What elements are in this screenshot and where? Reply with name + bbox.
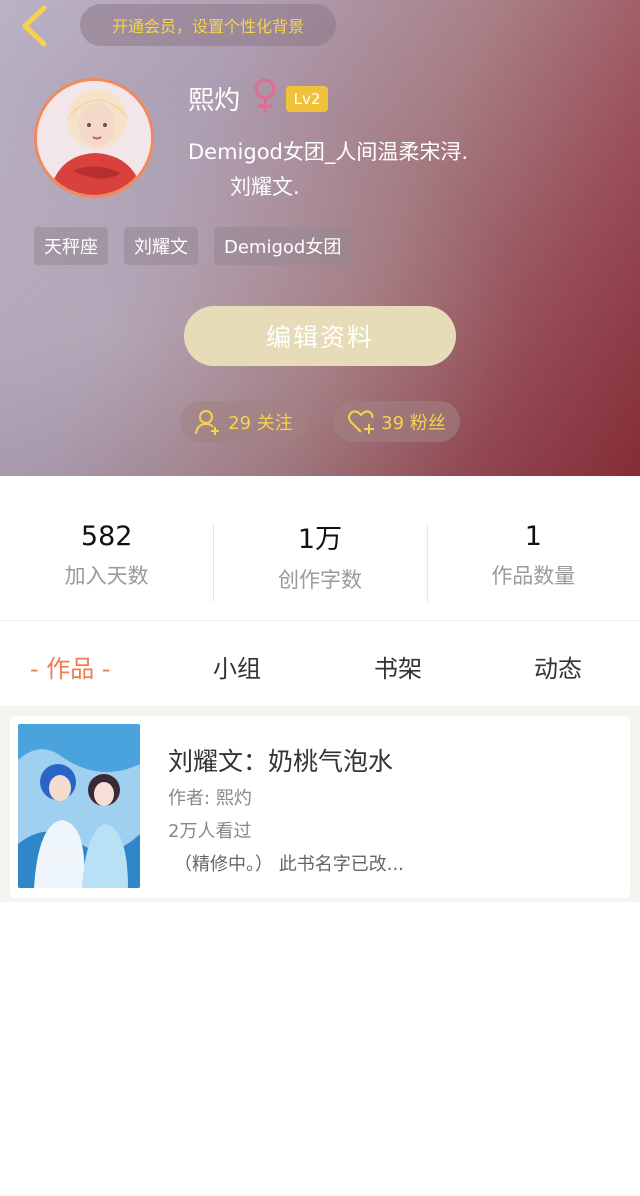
stat-word-count: 1万 创作字数 bbox=[213, 476, 426, 620]
level-badge: Lv2 bbox=[286, 86, 328, 112]
book-description: （精修中。） 此书名字已改... bbox=[174, 854, 404, 875]
work-card[interactable]: 刘耀文：奶桃气泡水 作者: 熙灼 2万人看过 （精修中。） 此书名字已改... bbox=[10, 716, 630, 898]
stat-value: 1 bbox=[524, 520, 542, 552]
avatar-image bbox=[37, 81, 151, 195]
stat-label: 创作字数 bbox=[277, 567, 362, 592]
profile-tags: 天秤座 刘耀文 Demigod女团 bbox=[34, 227, 352, 265]
bio-text-continued: 刘耀文. bbox=[230, 175, 300, 199]
fans-count: 39 粉丝 bbox=[381, 412, 446, 434]
bio-text: Demigod女团_人间温柔宋浔. bbox=[188, 140, 469, 164]
tag-idol: 刘耀文 bbox=[124, 227, 198, 265]
stat-value: 582 bbox=[80, 520, 133, 552]
tab-works[interactable]: - 作品 - bbox=[30, 649, 111, 684]
fans-button[interactable]: 39 粉丝 bbox=[333, 401, 460, 442]
edit-profile-button[interactable]: 编辑资料 bbox=[184, 306, 456, 366]
book-view-count: 2万人看过 bbox=[168, 821, 252, 842]
user-plus-icon bbox=[195, 409, 220, 435]
book-cover[interactable] bbox=[18, 724, 140, 888]
tab-groups[interactable]: 小组 bbox=[213, 649, 261, 684]
back-button[interactable] bbox=[14, 4, 54, 48]
vip-background-banner[interactable]: 开通会员，设置个性化背景 bbox=[80, 4, 336, 46]
avatar[interactable] bbox=[34, 78, 154, 198]
chevron-left-icon bbox=[22, 5, 47, 47]
stat-label: 作品数量 bbox=[491, 563, 576, 588]
stat-value: 1万 bbox=[297, 523, 343, 555]
stats-bar: 582 加入天数 1万 创作字数 1 作品数量 bbox=[0, 476, 640, 620]
profile-tabs: - 作品 - 小组 书架 动态 bbox=[0, 620, 640, 706]
book-author: 作者: 熙灼 bbox=[168, 788, 252, 809]
tab-activity[interactable]: 动态 bbox=[534, 649, 582, 684]
tag-group: Demigod女团 bbox=[214, 227, 352, 265]
nickname: 熙灼 bbox=[188, 86, 241, 116]
heart-plus-icon bbox=[348, 409, 375, 434]
stat-works-count: 1 作品数量 bbox=[426, 476, 640, 620]
tab-bookshelf[interactable]: 书架 bbox=[374, 649, 422, 684]
female-icon bbox=[254, 78, 276, 113]
following-count: 29 关注 bbox=[228, 412, 293, 434]
book-cover-image bbox=[18, 724, 140, 888]
book-title[interactable]: 刘耀文：奶桃气泡水 bbox=[168, 742, 393, 778]
following-button[interactable]: 29 关注 bbox=[180, 401, 307, 442]
stat-days-joined: 582 加入天数 bbox=[0, 476, 213, 620]
stat-label: 加入天数 bbox=[64, 563, 149, 588]
tag-zodiac: 天秤座 bbox=[34, 227, 108, 265]
